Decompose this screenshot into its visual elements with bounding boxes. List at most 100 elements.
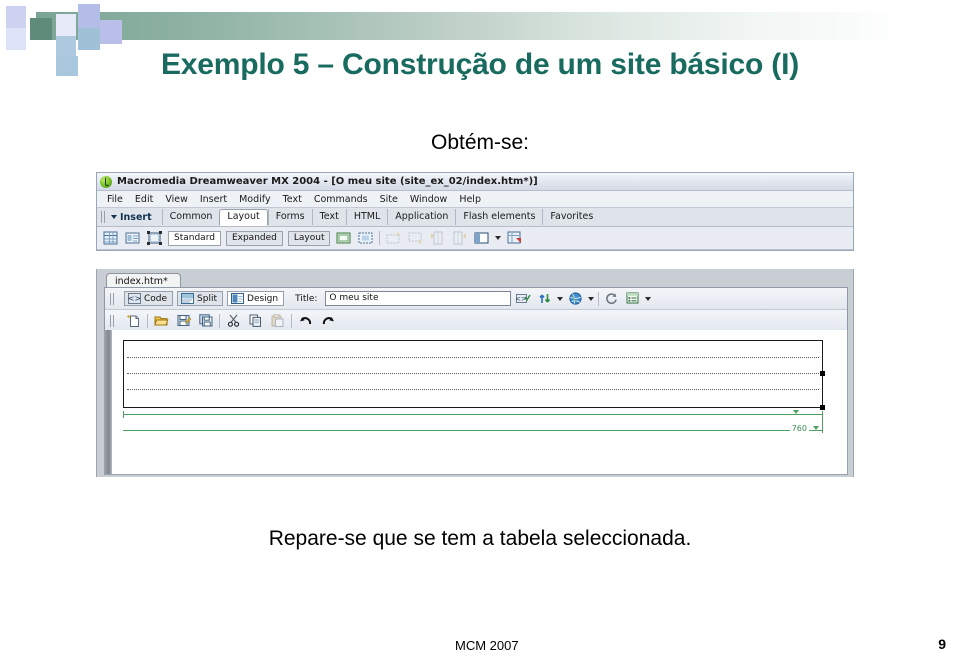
deco-square-2 — [6, 6, 26, 28]
design-view-icon — [231, 293, 245, 304]
insert-tab-application[interactable]: Application — [387, 209, 455, 225]
code-view-label: Code — [144, 293, 168, 304]
document-toolbar-separator — [598, 291, 600, 306]
resize-handle-middle-right[interactable] — [820, 371, 825, 376]
split-view-label: Split — [197, 293, 218, 304]
save-file-icon[interactable] — [175, 313, 192, 329]
menu-item-commands[interactable]: Commands — [308, 194, 374, 205]
deco-square-7 — [78, 28, 100, 50]
document-toolbar: <> Code Split Design Title: O meu site <… — [105, 288, 847, 310]
menu-item-window[interactable]: Window — [404, 194, 453, 205]
standard-toolbar-separator-2 — [219, 313, 220, 328]
tail-text: Repare-se que se tem a tabela selecciona… — [268, 527, 692, 550]
deco-square-1 — [6, 28, 26, 50]
menu-item-edit[interactable]: Edit — [129, 194, 159, 205]
insert-tab-flash-elements[interactable]: Flash elements — [455, 209, 542, 225]
menu-item-site[interactable]: Site — [374, 194, 404, 205]
canvas-left-gutter — [105, 330, 112, 474]
document-tab-strip: index.htm* — [97, 269, 853, 290]
draw-layout-cell-icon[interactable] — [357, 230, 374, 246]
insert-div-tag-icon[interactable] — [124, 230, 141, 246]
table-width-caret-icon[interactable] — [813, 426, 819, 430]
insert-panel-tabstrip: Insert Common Layout Forms Text HTML App… — [97, 208, 853, 227]
insert-column-right-icon[interactable] — [451, 230, 468, 246]
file-management-icon[interactable] — [536, 291, 553, 307]
preview-in-browser-icon[interactable] — [567, 291, 584, 307]
cut-icon[interactable] — [225, 313, 242, 329]
draw-layout-table-icon[interactable] — [335, 230, 352, 246]
deco-square-accent — [30, 18, 52, 40]
file-management-dropdown-icon[interactable] — [557, 296, 564, 301]
copy-icon[interactable] — [247, 313, 264, 329]
tabular-data-icon[interactable] — [506, 230, 523, 246]
table-row-divider-1 — [127, 357, 819, 358]
design-view-button[interactable]: Design — [227, 291, 285, 306]
lead-text: Obtém-se: — [430, 131, 530, 154]
standard-toolbar-separator-1 — [147, 313, 148, 328]
dreamweaver-window: Macromedia Dreamweaver MX 2004 - [O meu … — [96, 172, 854, 251]
deco-square-4 — [78, 4, 100, 28]
insert-table-icon[interactable] — [102, 230, 119, 246]
insert-tab-common[interactable]: Common — [161, 209, 220, 225]
frames-dropdown-icon[interactable] — [495, 236, 502, 240]
table-mode-expanded-button[interactable]: Expanded — [225, 230, 283, 246]
view-options-dropdown-icon[interactable] — [645, 296, 652, 301]
standard-toolbar — [105, 310, 847, 331]
page-number: 9 — [938, 636, 946, 652]
table-width-indicator: 760 — [123, 410, 823, 436]
menu-item-insert[interactable]: Insert — [194, 194, 233, 205]
insert-tab-layout[interactable]: Layout — [219, 209, 268, 226]
insert-row-below-icon[interactable] — [407, 230, 424, 246]
insert-tab-favorites[interactable]: Favorites — [542, 209, 600, 225]
save-all-icon[interactable] — [197, 313, 214, 329]
split-view-button[interactable]: Split — [177, 291, 224, 306]
insert-column-left-icon[interactable] — [429, 230, 446, 246]
width-tick-left — [123, 411, 124, 418]
table-mode-standard-button[interactable]: Standard — [168, 230, 221, 246]
insert-tab-forms[interactable]: Forms — [267, 209, 312, 225]
insert-tab-text[interactable]: Text — [311, 209, 346, 225]
standard-toolbar-separator-3 — [291, 313, 292, 328]
selected-table[interactable] — [123, 340, 825, 410]
menu-item-modify[interactable]: Modify — [233, 194, 276, 205]
slide: Exemplo 5 – Construção de um site básico… — [0, 0, 960, 659]
menu-item-file[interactable]: File — [101, 194, 129, 205]
code-view-icon: <> — [128, 293, 141, 304]
open-file-icon[interactable] — [153, 313, 170, 329]
app-title-bar: Macromedia Dreamweaver MX 2004 - [O meu … — [97, 173, 853, 191]
design-canvas[interactable]: 760 — [104, 330, 848, 475]
document-title-input[interactable]: O meu site — [325, 291, 512, 306]
page-title: Exemplo 5 – Construção de um site básico… — [160, 48, 800, 81]
insert-frame-icon[interactable] — [473, 230, 490, 246]
standard-toolbar-grip-icon[interactable] — [110, 314, 116, 327]
redo-icon[interactable] — [319, 313, 336, 329]
drag-grip-icon[interactable] — [101, 211, 107, 223]
menu-item-text[interactable]: Text — [277, 194, 308, 205]
insert-layer-icon[interactable] — [146, 230, 163, 246]
preview-dropdown-icon[interactable] — [588, 296, 595, 301]
paste-icon[interactable] — [269, 313, 286, 329]
table-width-line-bottom — [123, 430, 823, 431]
layout-insert-toolbar: Standard Expanded Layout — [97, 227, 853, 250]
title-field-label: Title: — [295, 293, 318, 304]
document-toolbars: <> Code Split Design Title: O meu site <… — [104, 287, 848, 332]
column-width-caret-icon[interactable] — [793, 410, 799, 414]
document-toolbar-grip-icon[interactable] — [110, 292, 116, 305]
caret-down-icon[interactable] — [111, 215, 117, 219]
table-mode-layout-button[interactable]: Layout — [287, 230, 331, 246]
view-options-icon[interactable] — [624, 291, 641, 307]
menu-item-help[interactable]: Help — [453, 194, 487, 205]
new-document-icon[interactable] — [125, 313, 142, 329]
table-width-line-top — [123, 414, 823, 415]
deco-square-5 — [100, 20, 122, 44]
no-browser-check-errors-icon[interactable]: <> — [515, 291, 532, 307]
refresh-design-view-icon[interactable] — [603, 291, 620, 307]
insert-panel-label-text: Insert — [120, 211, 152, 223]
menu-item-view[interactable]: View — [159, 194, 194, 205]
undo-icon[interactable] — [297, 313, 314, 329]
code-view-button[interactable]: <> Code — [124, 291, 174, 306]
insert-tab-html[interactable]: HTML — [345, 209, 387, 225]
split-view-icon — [181, 293, 195, 304]
insert-panel-label[interactable]: Insert — [111, 212, 152, 223]
insert-row-above-icon[interactable] — [385, 230, 402, 246]
